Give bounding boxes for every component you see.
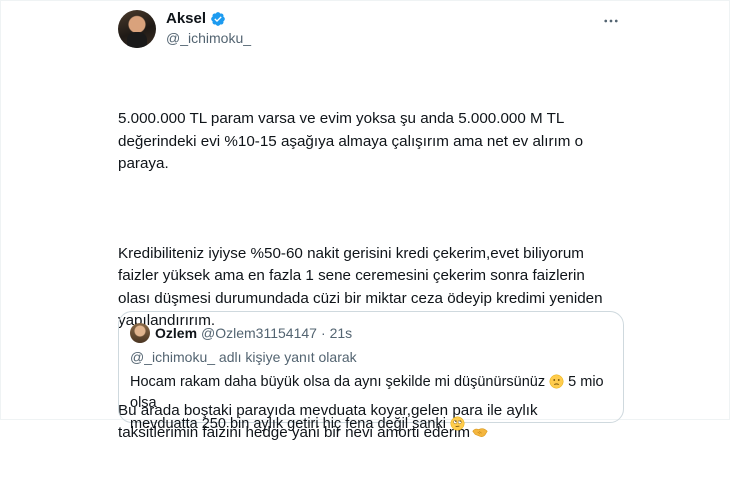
quoted-time[interactable]: 21s <box>330 325 353 341</box>
quoted-line-2: mevduatta 250 bin aylık getiri hiç fena … <box>130 414 620 435</box>
author-name[interactable]: Aksel <box>166 10 206 27</box>
author-avatar[interactable] <box>118 10 156 48</box>
quoted-line-2-text: mevduatta 250 bin aylık getiri hiç fena … <box>130 416 450 432</box>
quoted-separator: · <box>320 325 326 341</box>
tweet-card: Aksel @_ichimoku_ 5.000.000 TL param var… <box>0 0 730 441</box>
quoted-tweet[interactable]: Ozlem @Ozlem31154147 · 21s @_ichimoku_ a… <box>118 311 624 432</box>
quoted-author-name[interactable]: Ozlem <box>155 325 197 341</box>
quoted-text: Hocam rakam daha büyük olsa da aynı şeki… <box>130 372 620 435</box>
rolling-eyes-emoji-icon <box>450 416 465 431</box>
more-dots-icon <box>604 19 618 23</box>
more-horizontal-icon[interactable] <box>601 11 621 31</box>
quoted-line-1: Hocam rakam daha büyük olsa da aynı şeki… <box>130 372 620 414</box>
quoted-line-1-text: Hocam rakam daha büyük olsa da aynı şeki… <box>130 374 546 390</box>
quoted-author-avatar[interactable] <box>130 323 150 343</box>
quoted-author-handle[interactable]: @Ozlem31154147 <box>201 325 317 341</box>
thinking-face-emoji-icon <box>549 374 564 389</box>
verified-badge-icon <box>211 11 225 26</box>
quoted-reply-context: @_ichimoku_ adlı kişiye yanıt olarak <box>130 349 357 365</box>
quoted-header: Ozlem @Ozlem31154147 · 21s <box>155 325 352 341</box>
author-name-row: Aksel <box>166 10 226 27</box>
author-handle[interactable]: @_ichimoku_ <box>166 30 251 46</box>
tweet-paragraph-1: 5.000.000 TL param varsa ve evim yoksa ş… <box>118 110 584 172</box>
